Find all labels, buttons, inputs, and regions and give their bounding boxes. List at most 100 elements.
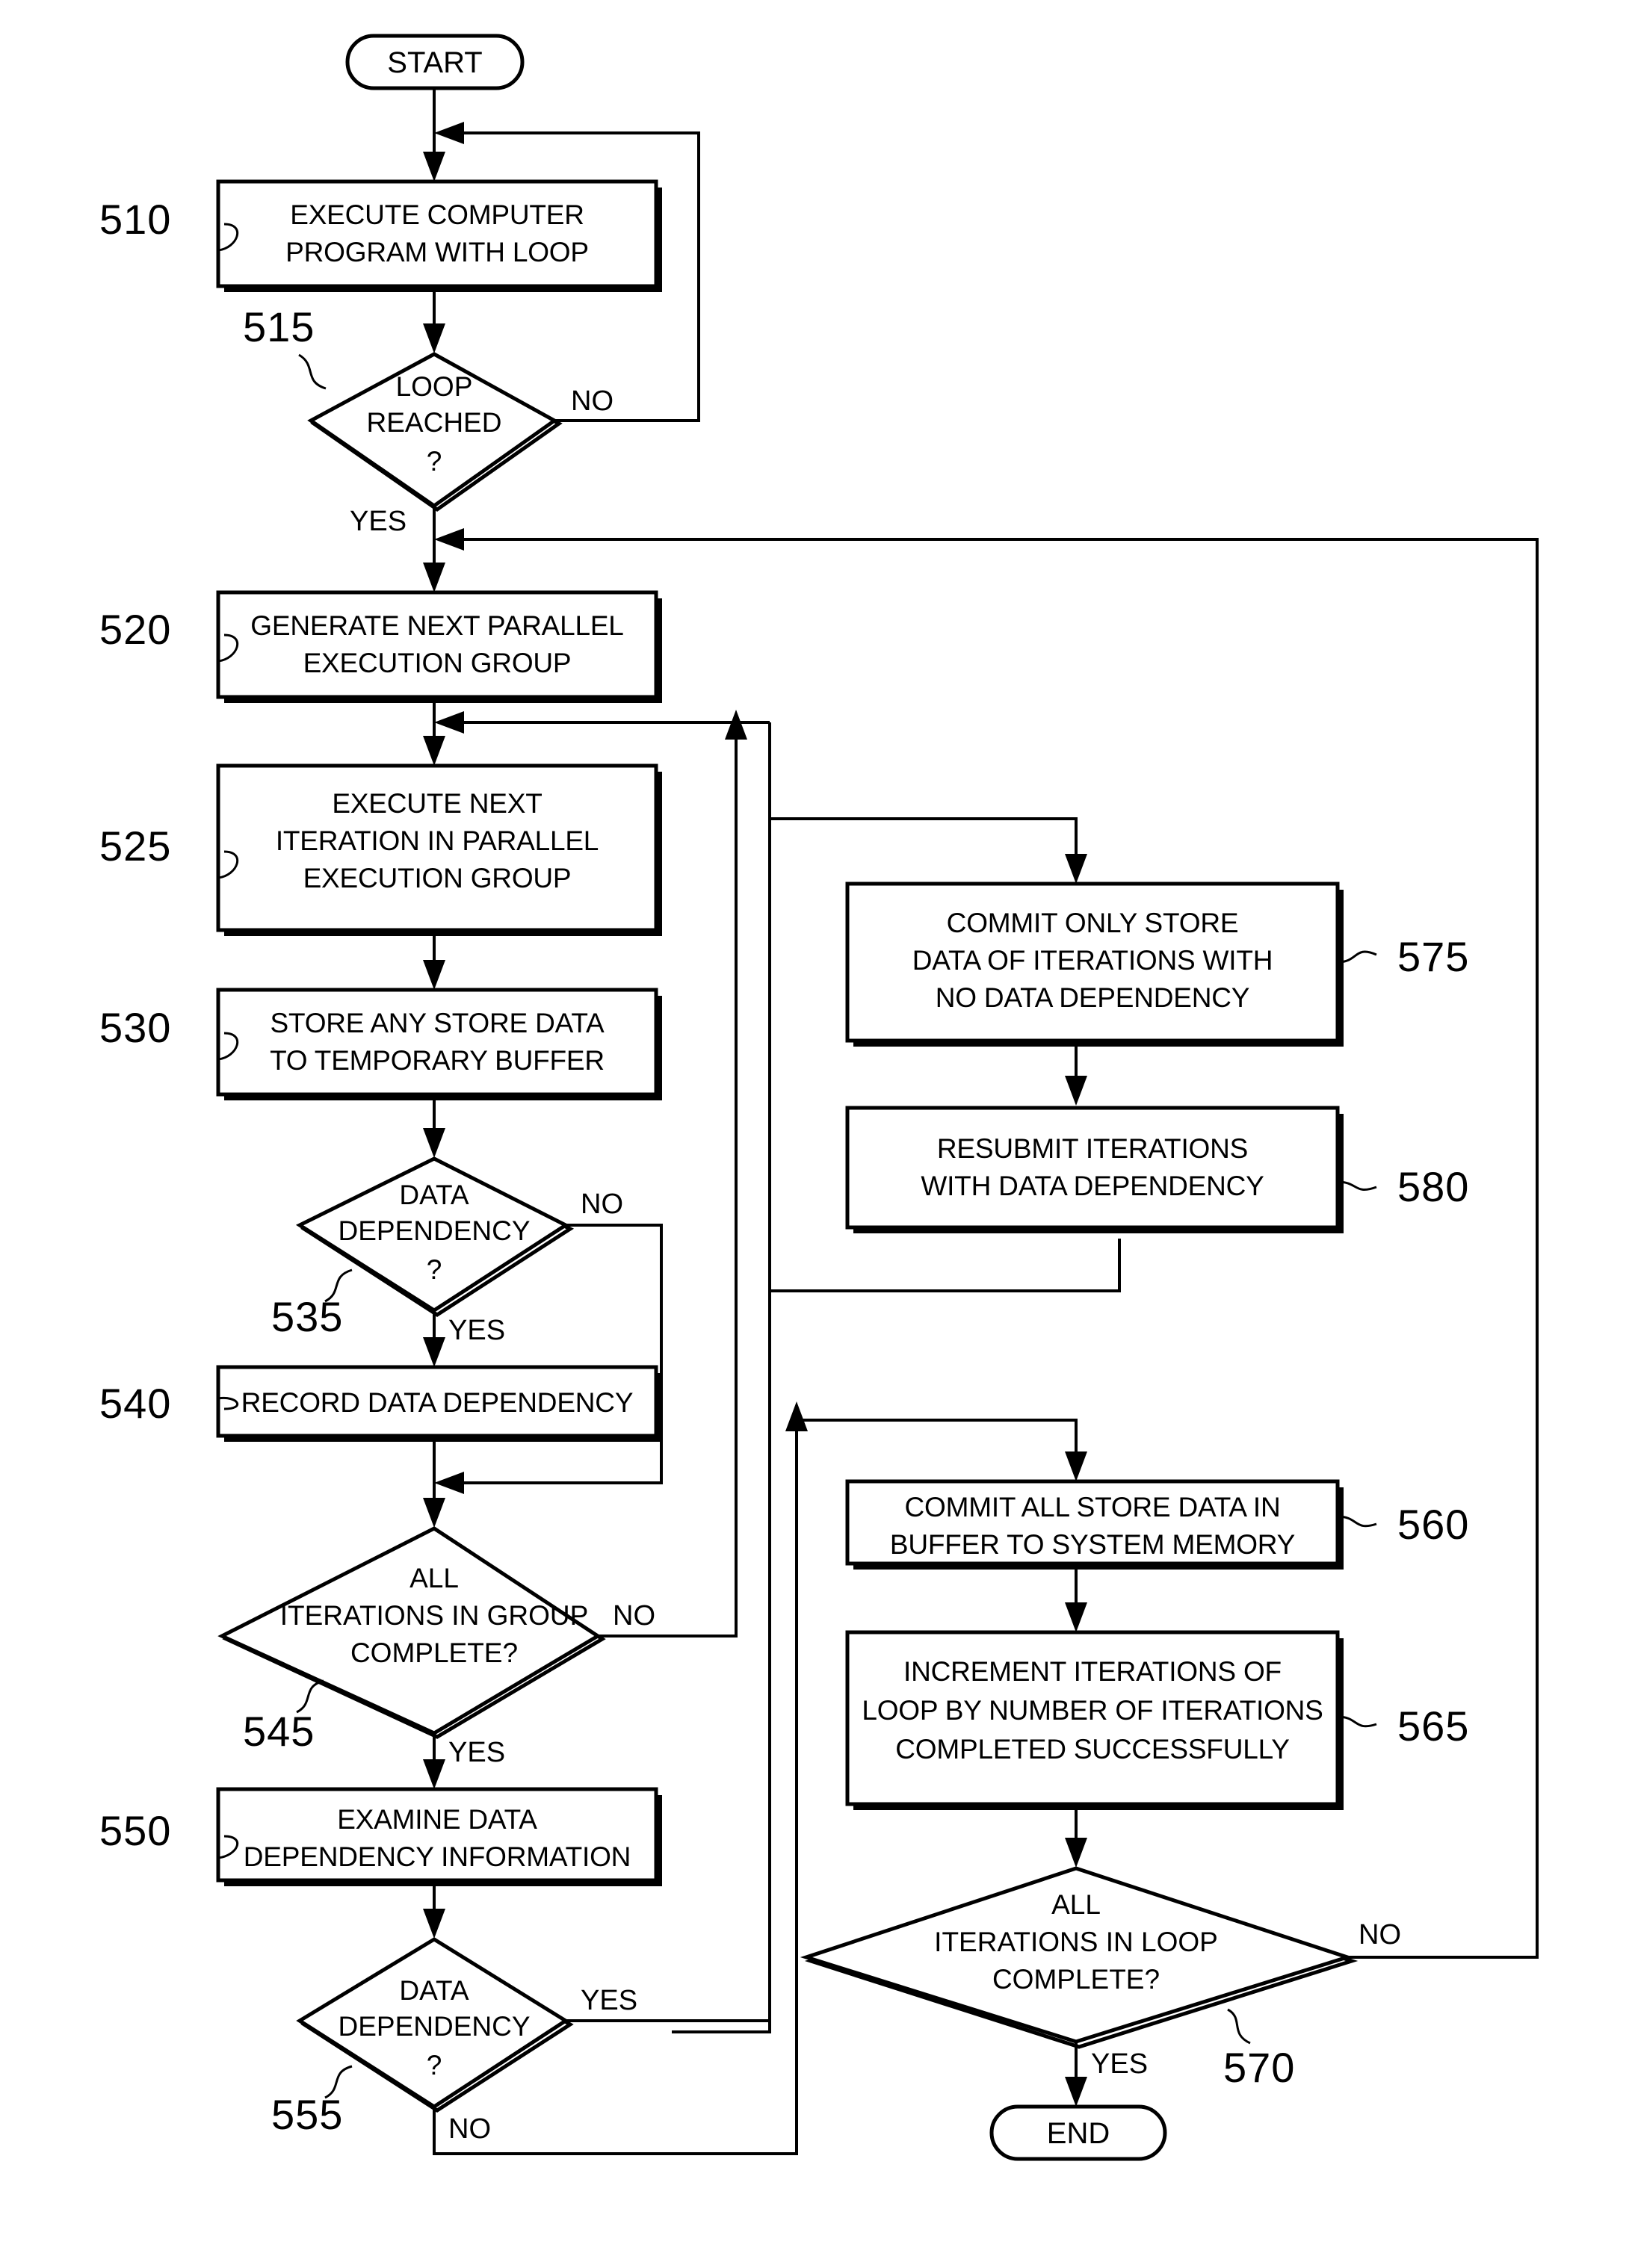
node-515-line2: REACHED [367, 407, 502, 438]
node-555: DATA DEPENDENCY ? [296, 1937, 574, 2113]
arrowhead-535-yes-to-540 [423, 1337, 445, 1367]
arrowhead-525-to-530 [423, 960, 445, 990]
node-570-line2: ITERATIONS IN LOOP [934, 1927, 1218, 1957]
node-540-line1: RECORD DATA DEPENDENCY [241, 1387, 634, 1418]
connector-575-entry [770, 817, 1078, 865]
node-510: EXECUTE COMPUTER PROGRAM WITH LOOP [216, 179, 662, 292]
arrowhead-570-no-loopback [434, 528, 464, 551]
node-560: COMMIT ALL STORE DATA IN BUFFER TO SYSTE… [845, 1479, 1344, 1570]
node-530: STORE ANY STORE DATA TO TEMPORARY BUFFER [216, 988, 662, 1100]
arrowhead-550-to-555 [423, 1909, 445, 1939]
ref-number-580: 580 [1397, 1163, 1469, 1210]
node-575: COMMIT ONLY STORE DATA OF ITERATIONS WIT… [845, 882, 1344, 1047]
ref-number-560: 560 [1397, 1501, 1469, 1548]
connector-555-yes-riser [672, 722, 771, 2033]
arrowhead-start-to-510 [423, 152, 445, 182]
arrowhead-515-no-loopback [434, 122, 464, 144]
arrowhead-535-no [434, 1472, 464, 1494]
node-510-line1: EXECUTE COMPUTER [290, 199, 584, 230]
ref-number-535: 535 [271, 1293, 343, 1340]
node-555-line3: ? [427, 2050, 442, 2080]
branch-label-570-yes: YES [1091, 2048, 1148, 2080]
ref-565-group: 565 [1337, 1702, 1469, 1750]
node-545: ALL ITERATIONS IN GROUP COMPLETE? [217, 1526, 606, 1739]
arrowhead-575-to-580 [1065, 1076, 1087, 1106]
branch-label-515-yes: YES [350, 506, 407, 537]
node-540: RECORD DATA DEPENDENCY [216, 1365, 662, 1442]
ref-number-520: 520 [99, 606, 171, 653]
node-580: RESUBMIT ITERATIONS WITH DATA DEPENDENCY [845, 1106, 1344, 1233]
arrowhead-560-to-565 [1065, 1602, 1087, 1632]
node-545-shape [217, 1526, 602, 1735]
node-515-line3: ? [427, 446, 442, 477]
node-510-shape [216, 179, 658, 288]
branch-label-545-yes: YES [448, 1737, 505, 1768]
end-label: END [1047, 2117, 1110, 2150]
node-525-line2: ITERATION IN PARALLEL [276, 825, 599, 856]
node-550-line2: DEPENDENCY INFORMATION [244, 1841, 631, 1872]
node-530-line2: TO TEMPORARY BUFFER [270, 1045, 605, 1076]
branch-label-570-no: NO [1359, 1919, 1401, 1951]
node-575-line2: DATA OF ITERATIONS WITH [912, 945, 1273, 976]
node-535-line3: ? [427, 1254, 442, 1285]
node-565: INCREMENT ITERATIONS OF LOOP BY NUMBER O… [845, 1630, 1344, 1810]
node-565-line3: COMPLETED SUCCESSFULLY [895, 1734, 1289, 1764]
connector-560-entry [797, 1419, 1078, 1463]
node-555-line2: DEPENDENCY [339, 2011, 531, 2042]
node-530-line1: STORE ANY STORE DATA [271, 1008, 605, 1038]
node-525-line1: EXECUTE NEXT [332, 788, 542, 819]
ref-580-group: 580 [1337, 1163, 1469, 1210]
ref-515-group: 515 [243, 303, 327, 390]
node-570: ALL ITERATIONS IN LOOP COMPLETE? [800, 1866, 1359, 2049]
arrowhead-560-entry [1065, 1451, 1087, 1481]
arrowhead-515-yes-to-520 [423, 563, 445, 592]
start-label: START [387, 46, 482, 79]
node-545-line1: ALL [409, 1563, 459, 1593]
node-575-line1: COMMIT ONLY STORE [947, 908, 1239, 938]
branch-label-515-no: NO [571, 385, 613, 417]
node-550: EXAMINE DATA DEPENDENCY INFORMATION [216, 1787, 662, 1886]
arrowhead-520-to-525 [423, 736, 445, 766]
flowchart-page: START EXECUTE COMPUTER PROGRAM WITH LOOP… [0, 0, 1635, 2268]
node-525: EXECUTE NEXT ITERATION IN PARALLEL EXECU… [216, 763, 662, 936]
arrowhead-540-to-545 [423, 1498, 445, 1528]
node-560-line1: COMMIT ALL STORE DATA IN [904, 1492, 1280, 1522]
node-535: DATA DEPENDENCY ? [295, 1156, 575, 1317]
node-520-line1: GENERATE NEXT PARALLEL [250, 610, 623, 641]
arrowhead-510-to-515 [423, 323, 445, 353]
node-525-line3: EXECUTION GROUP [303, 863, 572, 893]
node-520-shape [216, 590, 658, 699]
arrowhead-565-to-570 [1065, 1838, 1087, 1868]
node-555-line1: DATA [399, 1975, 469, 2006]
node-575-line3: NO DATA DEPENDENCY [936, 982, 1250, 1013]
branch-label-555-yes: YES [581, 1985, 637, 2016]
ref-number-550: 550 [99, 1807, 171, 1854]
node-start: START [345, 34, 525, 90]
ref-575-group: 575 [1337, 933, 1469, 980]
ref-number-565: 565 [1397, 1702, 1469, 1750]
node-545-line3: COMPLETE? [350, 1638, 518, 1668]
node-580-shape [845, 1106, 1340, 1230]
node-520: GENERATE NEXT PARALLEL EXECUTION GROUP [216, 590, 662, 703]
node-545-line2: ITERATIONS IN GROUP [280, 1600, 589, 1631]
leader-515 [298, 353, 327, 390]
leader-570 [1227, 2008, 1251, 2045]
arrowhead-555-no [785, 1401, 808, 1431]
ref-number-525: 525 [99, 822, 171, 870]
node-565-line1: INCREMENT ITERATIONS OF [903, 1656, 1282, 1687]
ref-number-555: 555 [271, 2091, 343, 2138]
arrowhead-530-to-535 [423, 1128, 445, 1158]
node-570-line1: ALL [1051, 1889, 1101, 1920]
connector-580-to-525-path [770, 1239, 1121, 1292]
node-565-line2: LOOP BY NUMBER OF ITERATIONS [862, 1695, 1323, 1726]
ref-545-group: 545 [243, 1679, 324, 1755]
node-580-line2: WITH DATA DEPENDENCY [921, 1171, 1264, 1201]
ref-570-group: 570 [1223, 2008, 1294, 2091]
node-515-line1: LOOP [396, 371, 473, 402]
node-560-line2: BUFFER TO SYSTEM MEMORY [890, 1529, 1295, 1560]
ref-number-575: 575 [1397, 933, 1469, 980]
branch-label-555-no: NO [448, 2113, 491, 2145]
arrowhead-545-no [725, 710, 747, 740]
ref-555-group: 555 [271, 2065, 353, 2138]
node-550-line1: EXAMINE DATA [337, 1804, 537, 1835]
